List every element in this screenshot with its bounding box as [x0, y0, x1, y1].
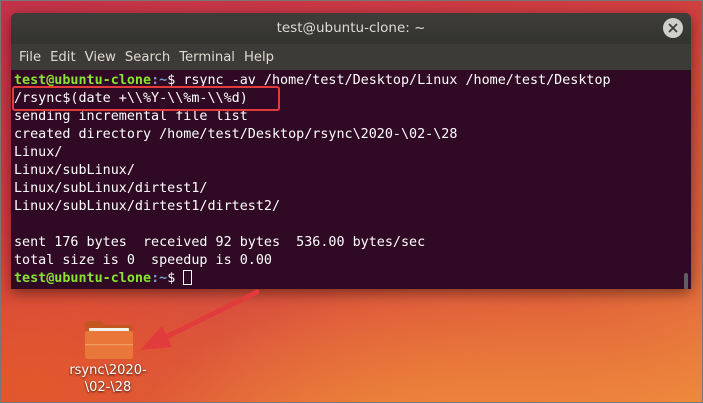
desktop-folder[interactable] — [78, 318, 140, 364]
folder-icon — [85, 321, 133, 359]
folder-label: rsync\2020- \02-\28 — [69, 363, 147, 395]
